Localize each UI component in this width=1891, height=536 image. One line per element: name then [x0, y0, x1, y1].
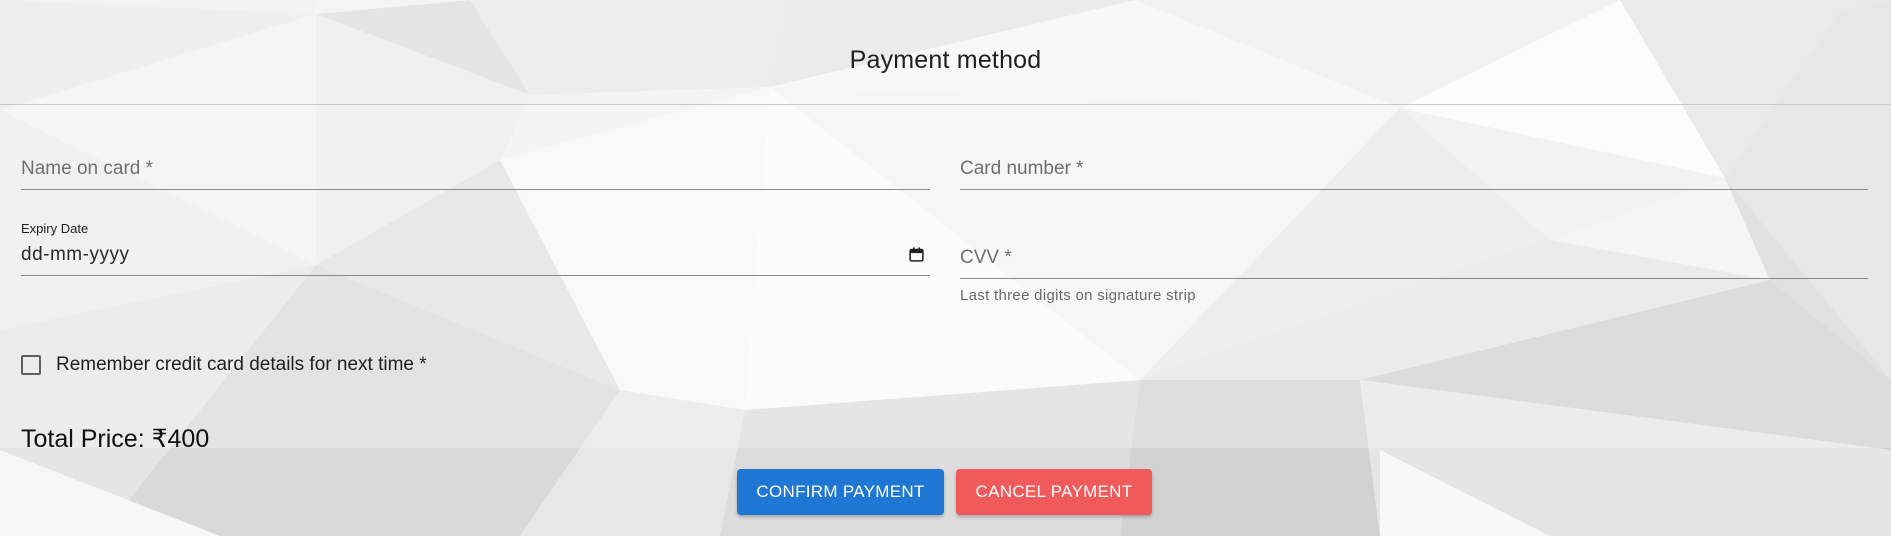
cancel-payment-button[interactable]: CANCEL PAYMENT [956, 469, 1152, 515]
remember-card-checkbox[interactable] [21, 355, 41, 375]
cvv-helper-text: Last three digits on signature strip [960, 287, 1196, 304]
remember-card-row[interactable]: Remember credit card details for next ti… [21, 352, 427, 378]
remember-card-label: Remember credit card details for next ti… [56, 354, 427, 375]
expiry-date-value: dd-mm-yyyy [21, 244, 130, 265]
card-number-field[interactable]: Card number * [960, 150, 1868, 190]
total-price: Total Price: ₹400 [21, 425, 210, 453]
card-number-placeholder: Card number * [960, 158, 1084, 179]
payment-page: Payment method Name on card * Card numbe… [0, 0, 1891, 536]
cvv-field[interactable]: CVV * [960, 238, 1868, 279]
expiry-date-label: Expiry Date [21, 221, 89, 236]
calendar-icon[interactable] [908, 246, 925, 263]
name-on-card-field[interactable]: Name on card * [21, 150, 930, 190]
expiry-date-field[interactable]: Expiry Date dd-mm-yyyy [21, 219, 930, 276]
page-title: Payment method [849, 46, 1042, 74]
title-divider [0, 104, 1891, 105]
cvv-placeholder: CVV * [960, 247, 1012, 268]
confirm-payment-button[interactable]: CONFIRM PAYMENT [737, 469, 944, 515]
name-on-card-placeholder: Name on card * [21, 158, 154, 179]
